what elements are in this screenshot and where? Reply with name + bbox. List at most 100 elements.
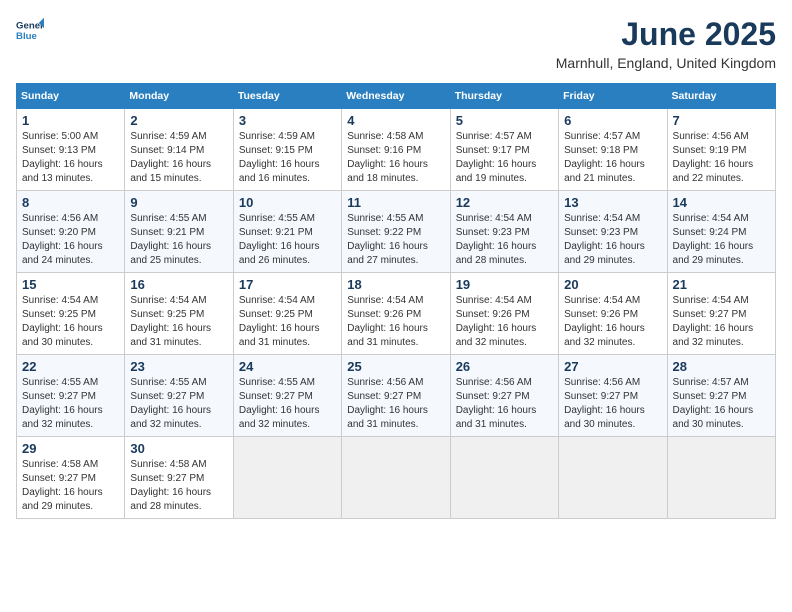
day-info: Sunrise: 4:54 AM Sunset: 9:23 PM Dayligh… — [456, 212, 553, 268]
day-info: Sunrise: 4:54 AM Sunset: 9:25 PM Dayligh… — [22, 294, 119, 350]
calendar-day-29: 29 Sunrise: 4:58 AM Sunset: 9:27 PM Dayli… — [17, 437, 125, 519]
day-number: 15 — [22, 277, 119, 292]
title-block: June 2025 Marnhull, England, United King… — [556, 16, 776, 71]
calendar-week-2: 8 Sunrise: 4:56 AM Sunset: 9:20 PM Daylig… — [17, 191, 776, 273]
day-number: 1 — [22, 113, 119, 128]
day-header-thursday: Thursday — [450, 84, 558, 109]
location: Marnhull, England, United Kingdom — [556, 55, 776, 71]
svg-text:Blue: Blue — [16, 31, 37, 42]
day-number: 7 — [673, 113, 770, 128]
day-info: Sunrise: 4:55 AM Sunset: 9:21 PM Dayligh… — [130, 212, 227, 268]
day-info: Sunrise: 4:55 AM Sunset: 9:22 PM Dayligh… — [347, 212, 444, 268]
day-info: Sunrise: 4:58 AM Sunset: 9:16 PM Dayligh… — [347, 130, 444, 186]
calendar-week-4: 22Sunrise: 4:55 AM Sunset: 9:27 PM Dayli… — [17, 355, 776, 437]
calendar-day-5: 5Sunrise: 4:57 AM Sunset: 9:17 PM Daylig… — [450, 109, 558, 191]
day-header-wednesday: Wednesday — [342, 84, 450, 109]
day-info: Sunrise: 4:58 AM Sunset: 9:27 PM Dayligh… — [130, 458, 227, 514]
day-info: Sunrise: 4:56 AM Sunset: 9:27 PM Dayligh… — [347, 376, 444, 432]
day-info: Sunrise: 4:56 AM Sunset: 9:19 PM Dayligh… — [673, 130, 770, 186]
calendar-day-empty — [559, 437, 667, 519]
calendar-day-22: 22Sunrise: 4:55 AM Sunset: 9:27 PM Dayli… — [17, 355, 125, 437]
day-number: 18 — [347, 277, 444, 292]
calendar-day-15: 15 Sunrise: 4:54 AM Sunset: 9:25 PM Dayli… — [17, 273, 125, 355]
calendar-day-23: 23 Sunrise: 4:55 AM Sunset: 9:27 PM Dayli… — [125, 355, 233, 437]
calendar-day-24: 24 Sunrise: 4:55 AM Sunset: 9:27 PM Dayli… — [233, 355, 341, 437]
calendar-week-3: 15 Sunrise: 4:54 AM Sunset: 9:25 PM Dayli… — [17, 273, 776, 355]
day-number: 8 — [22, 195, 119, 210]
day-number: 4 — [347, 113, 444, 128]
calendar-day-empty — [233, 437, 341, 519]
day-info: Sunrise: 4:55 AM Sunset: 9:21 PM Dayligh… — [239, 212, 336, 268]
day-info: Sunrise: 4:54 AM Sunset: 9:25 PM Dayligh… — [239, 294, 336, 350]
calendar-body: 1 Sunrise: 5:00 AM Sunset: 9:13 PM Daylig… — [17, 109, 776, 519]
day-header-saturday: Saturday — [667, 84, 775, 109]
day-info: Sunrise: 4:54 AM Sunset: 9:24 PM Dayligh… — [673, 212, 770, 268]
calendar-day-empty — [342, 437, 450, 519]
calendar-day-3: 3Sunrise: 4:59 AM Sunset: 9:15 PM Daylig… — [233, 109, 341, 191]
day-info: Sunrise: 4:57 AM Sunset: 9:27 PM Dayligh… — [673, 376, 770, 432]
calendar-day-13: 13 Sunrise: 4:54 AM Sunset: 9:23 PM Dayli… — [559, 191, 667, 273]
calendar-day-16: 16 Sunrise: 4:54 AM Sunset: 9:25 PM Dayli… — [125, 273, 233, 355]
day-info: Sunrise: 4:59 AM Sunset: 9:14 PM Dayligh… — [130, 130, 227, 186]
calendar-day-9: 9Sunrise: 4:55 AM Sunset: 9:21 PM Daylig… — [125, 191, 233, 273]
day-info: Sunrise: 4:54 AM Sunset: 9:27 PM Dayligh… — [673, 294, 770, 350]
calendar-day-1: 1 Sunrise: 5:00 AM Sunset: 9:13 PM Daylig… — [17, 109, 125, 191]
calendar-table: SundayMondayTuesdayWednesdayThursdayFrid… — [16, 83, 776, 519]
calendar-week-1: 1 Sunrise: 5:00 AM Sunset: 9:13 PM Daylig… — [17, 109, 776, 191]
day-number: 6 — [564, 113, 661, 128]
day-number: 10 — [239, 195, 336, 210]
day-info: Sunrise: 4:54 AM Sunset: 9:26 PM Dayligh… — [347, 294, 444, 350]
page-header: General Blue June 2025 Marnhull, England… — [16, 16, 776, 71]
calendar-day-2: 2 Sunrise: 4:59 AM Sunset: 9:14 PM Daylig… — [125, 109, 233, 191]
day-number: 13 — [564, 195, 661, 210]
calendar-day-17: 17 Sunrise: 4:54 AM Sunset: 9:25 PM Dayli… — [233, 273, 341, 355]
day-info: Sunrise: 4:57 AM Sunset: 9:18 PM Dayligh… — [564, 130, 661, 186]
calendar-day-empty — [450, 437, 558, 519]
day-number: 2 — [130, 113, 227, 128]
day-info: Sunrise: 4:54 AM Sunset: 9:25 PM Dayligh… — [130, 294, 227, 350]
calendar-day-28: 28 Sunrise: 4:57 AM Sunset: 9:27 PM Dayli… — [667, 355, 775, 437]
day-number: 16 — [130, 277, 227, 292]
day-header-tuesday: Tuesday — [233, 84, 341, 109]
day-number: 14 — [673, 195, 770, 210]
day-info: Sunrise: 4:56 AM Sunset: 9:27 PM Dayligh… — [456, 376, 553, 432]
day-number: 21 — [673, 277, 770, 292]
svg-text:General: General — [16, 20, 44, 31]
calendar-header-row: SundayMondayTuesdayWednesdayThursdayFrid… — [17, 84, 776, 109]
day-number: 20 — [564, 277, 661, 292]
calendar-day-11: 11Sunrise: 4:55 AM Sunset: 9:22 PM Dayli… — [342, 191, 450, 273]
calendar-day-8: 8 Sunrise: 4:56 AM Sunset: 9:20 PM Daylig… — [17, 191, 125, 273]
calendar-day-empty — [667, 437, 775, 519]
day-number: 24 — [239, 359, 336, 374]
day-info: Sunrise: 4:54 AM Sunset: 9:26 PM Dayligh… — [456, 294, 553, 350]
day-info: Sunrise: 4:56 AM Sunset: 9:20 PM Dayligh… — [22, 212, 119, 268]
calendar-day-27: 27Sunrise: 4:56 AM Sunset: 9:27 PM Dayli… — [559, 355, 667, 437]
day-info: Sunrise: 4:54 AM Sunset: 9:26 PM Dayligh… — [564, 294, 661, 350]
day-header-friday: Friday — [559, 84, 667, 109]
day-info: Sunrise: 4:54 AM Sunset: 9:23 PM Dayligh… — [564, 212, 661, 268]
calendar-day-12: 12 Sunrise: 4:54 AM Sunset: 9:23 PM Dayli… — [450, 191, 558, 273]
day-number: 29 — [22, 441, 119, 456]
calendar-day-26: 26Sunrise: 4:56 AM Sunset: 9:27 PM Dayli… — [450, 355, 558, 437]
day-number: 3 — [239, 113, 336, 128]
day-number: 17 — [239, 277, 336, 292]
calendar-day-6: 6 Sunrise: 4:57 AM Sunset: 9:18 PM Daylig… — [559, 109, 667, 191]
calendar-day-20: 20 Sunrise: 4:54 AM Sunset: 9:26 PM Dayli… — [559, 273, 667, 355]
day-info: Sunrise: 4:56 AM Sunset: 9:27 PM Dayligh… — [564, 376, 661, 432]
day-number: 19 — [456, 277, 553, 292]
day-info: Sunrise: 4:55 AM Sunset: 9:27 PM Dayligh… — [239, 376, 336, 432]
day-number: 23 — [130, 359, 227, 374]
day-info: Sunrise: 5:00 AM Sunset: 9:13 PM Dayligh… — [22, 130, 119, 186]
day-info: Sunrise: 4:55 AM Sunset: 9:27 PM Dayligh… — [130, 376, 227, 432]
calendar-day-10: 10 Sunrise: 4:55 AM Sunset: 9:21 PM Dayli… — [233, 191, 341, 273]
day-number: 5 — [456, 113, 553, 128]
day-info: Sunrise: 4:58 AM Sunset: 9:27 PM Dayligh… — [22, 458, 119, 514]
day-number: 12 — [456, 195, 553, 210]
calendar-day-4: 4 Sunrise: 4:58 AM Sunset: 9:16 PM Daylig… — [342, 109, 450, 191]
day-number: 28 — [673, 359, 770, 374]
calendar-day-30: 30 Sunrise: 4:58 AM Sunset: 9:27 PM Dayli… — [125, 437, 233, 519]
day-header-sunday: Sunday — [17, 84, 125, 109]
month-title: June 2025 — [556, 16, 776, 53]
day-header-monday: Monday — [125, 84, 233, 109]
day-number: 30 — [130, 441, 227, 456]
